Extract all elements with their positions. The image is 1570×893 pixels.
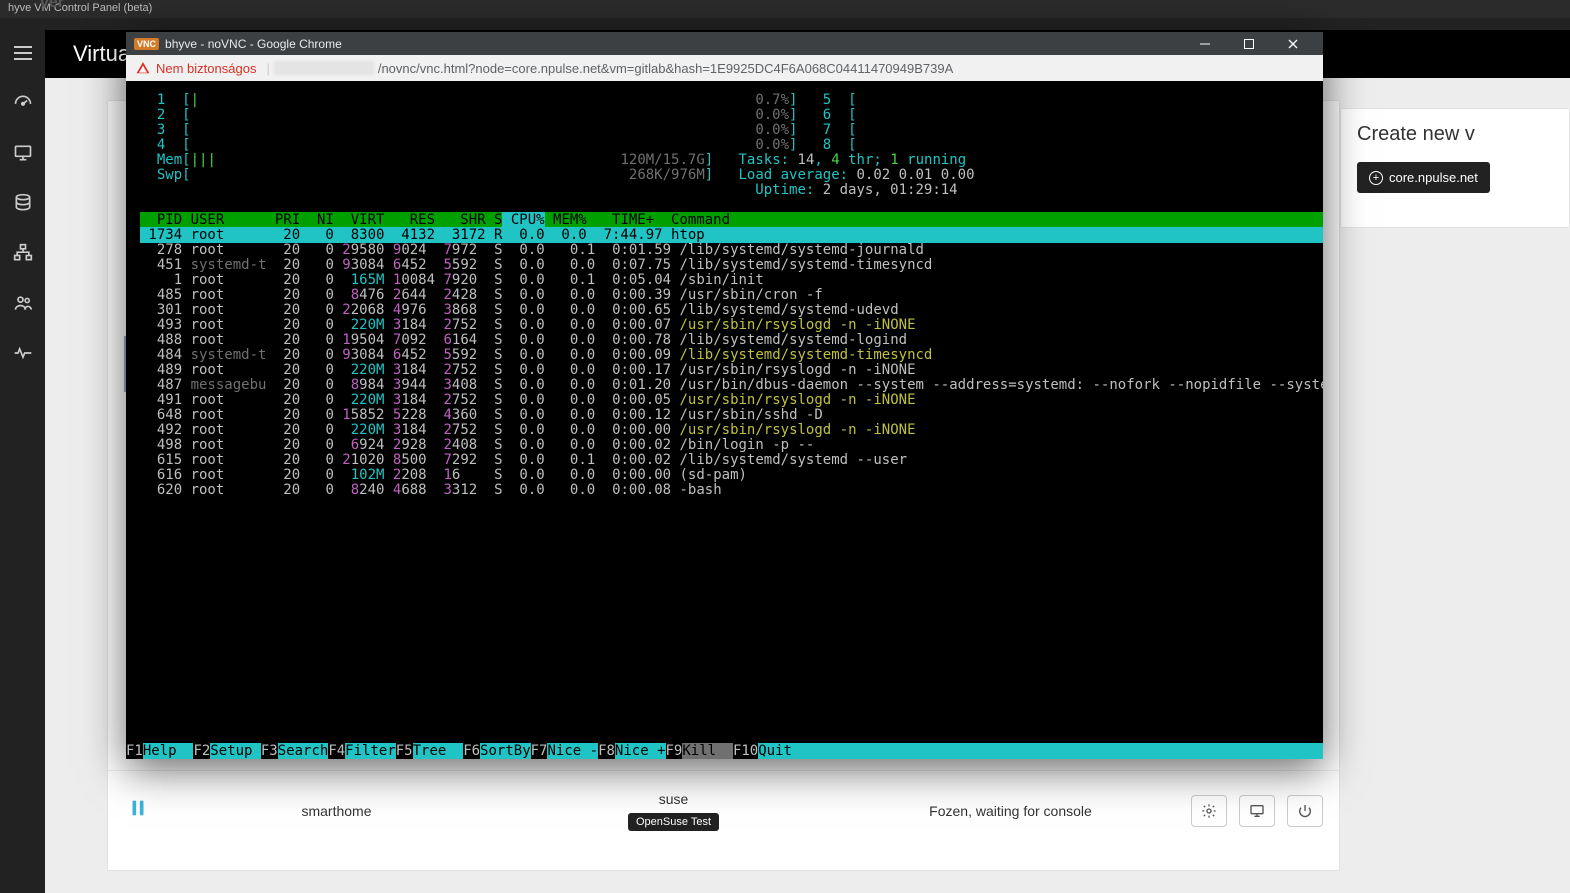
monitor-icon[interactable] — [12, 142, 34, 164]
htop-terminal[interactable]: 1 [| 0.7%] 5 [ 0.0%] 2 [ — [126, 81, 1323, 759]
htop-fn-bar[interactable]: F1Help F2Setup F3SearchF4FilterF5Tree F6… — [126, 743, 1323, 759]
chrome-titlebar[interactable]: VNC bhyve - noVNC - Google Chrome — [126, 32, 1323, 55]
vm-row[interactable]: smarthome suse OpenSuse Test Fozen, wait… — [108, 770, 1339, 850]
vm-console-button[interactable] — [1239, 795, 1275, 827]
vm-name: smarthome — [168, 803, 505, 819]
brand-fragment: ver — [40, 0, 64, 12]
network-icon[interactable] — [12, 242, 34, 264]
dashboard-icon[interactable] — [12, 92, 34, 114]
database-icon[interactable] — [12, 192, 34, 214]
warning-triangle-icon — [136, 61, 150, 75]
vnc-favicon-icon: VNC — [134, 38, 159, 50]
plus-circle-icon: + — [1369, 171, 1383, 185]
bg-create-title: Create new v — [1341, 109, 1569, 156]
vm-settings-button[interactable] — [1191, 795, 1227, 827]
window-maximize-button[interactable] — [1227, 32, 1271, 55]
window-close-button[interactable] — [1271, 32, 1315, 55]
hamburger-icon[interactable] — [12, 42, 34, 64]
bg-add-node-label: core.npulse.net — [1389, 170, 1478, 185]
bg-sidebar — [0, 30, 45, 893]
window-minimize-button[interactable] — [1183, 32, 1227, 55]
vm-status: Fozen, waiting for console — [842, 803, 1179, 819]
vm-power-button[interactable] — [1287, 795, 1323, 827]
bg-tab-label: hyve VM Control Panel (beta) — [8, 2, 152, 14]
bg-create-panel: Create new v + core.npulse.net — [1340, 108, 1570, 228]
users-icon[interactable] — [12, 292, 34, 314]
vm-tooltip-badge: OpenSuse Test — [628, 813, 719, 831]
chrome-window-title: bhyve - noVNC - Google Chrome — [165, 37, 342, 51]
url-host-blurred — [274, 61, 374, 75]
chrome-window: VNC bhyve - noVNC - Google Chrome Nem bi… — [126, 32, 1323, 759]
insecure-label: Nem biztonságos — [156, 61, 256, 76]
insecure-warning[interactable]: Nem biztonságos — [136, 61, 256, 76]
vm-pause-button[interactable] — [108, 797, 168, 824]
heartbeat-icon[interactable] — [12, 342, 34, 364]
url-path: /novnc/vnc.html?node=core.npulse.net&vm=… — [378, 61, 953, 76]
bg-add-node-button[interactable]: + core.npulse.net — [1357, 162, 1490, 193]
vm-name2: suse — [659, 791, 689, 807]
pause-icon — [127, 797, 149, 824]
chrome-addressbar[interactable]: Nem biztonságos | /novnc/vnc.html?node=c… — [126, 55, 1323, 81]
bg-browser-tabbar: ver hyve VM Control Panel (beta) — [0, 0, 1570, 18]
